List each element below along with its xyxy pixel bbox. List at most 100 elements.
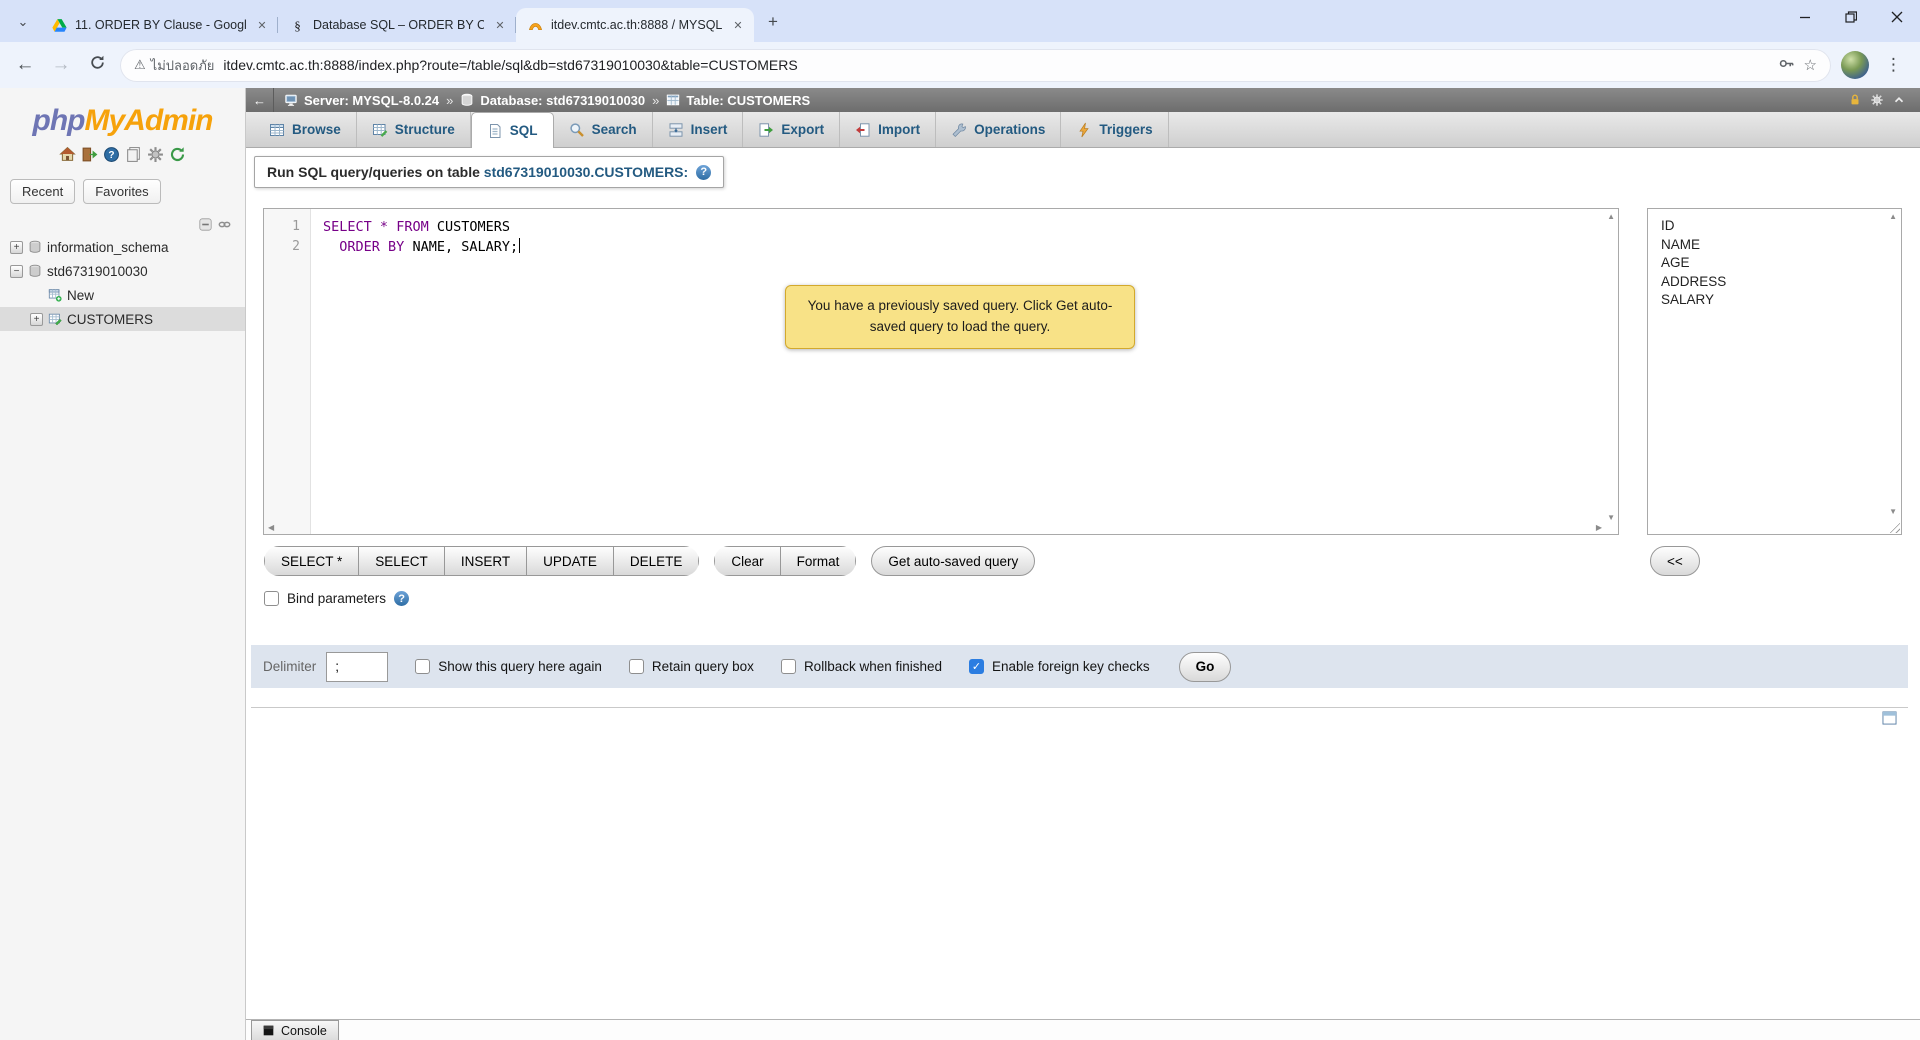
- resize-grip[interactable]: [1887, 520, 1900, 533]
- tab-close-icon[interactable]: ✕: [730, 17, 746, 33]
- breadcrumb-table[interactable]: Table: CUSTOMERS: [666, 93, 810, 108]
- sql-code[interactable]: SELECT * FROM CUSTOMERS ORDER BY NAME, S…: [311, 209, 1602, 257]
- minimize-button[interactable]: [1782, 0, 1828, 34]
- text-cursor: [519, 238, 520, 253]
- tab-sql[interactable]: SQL: [471, 112, 554, 148]
- home-icon[interactable]: [59, 146, 76, 163]
- close-window-button[interactable]: [1874, 0, 1920, 34]
- tab-triggers[interactable]: Triggers: [1061, 112, 1168, 147]
- tree-item-std67319010030[interactable]: −std67319010030: [0, 259, 245, 283]
- bind-help-icon[interactable]: ?: [394, 591, 409, 606]
- logout-icon[interactable]: [81, 146, 98, 163]
- breadcrumb-database[interactable]: Database: std67319010030: [460, 93, 645, 108]
- column-option-address[interactable]: ADDRESS: [1661, 273, 1883, 292]
- checkbox-unchecked[interactable]: [781, 659, 796, 674]
- go-button[interactable]: Go: [1179, 652, 1232, 682]
- expand-icon[interactable]: +: [30, 313, 43, 326]
- fields-scroll-up-icon[interactable]: ▲: [1889, 213, 1897, 221]
- sidebar-recent-button[interactable]: Recent: [10, 179, 75, 204]
- option-show-this-query-here-again[interactable]: Show this query here again: [415, 659, 602, 674]
- panel-toggle-icon[interactable]: [1882, 711, 1897, 725]
- column-option-salary[interactable]: SALARY: [1661, 291, 1883, 310]
- editor-scroll-left-icon[interactable]: ◀: [268, 524, 274, 532]
- select-button[interactable]: SELECT: [359, 546, 445, 576]
- format-button[interactable]: Format: [781, 546, 857, 576]
- docs-icon[interactable]: [125, 146, 142, 163]
- tab-operations[interactable]: Operations: [936, 112, 1061, 147]
- link-panel-icon[interactable]: [218, 218, 231, 231]
- get-autosaved-query-button[interactable]: Get auto-saved query: [871, 546, 1035, 576]
- bookmark-lock-icon[interactable]: [1848, 93, 1862, 107]
- select-star-button[interactable]: SELECT *: [264, 546, 359, 576]
- back-button[interactable]: ←: [12, 54, 38, 76]
- query-buttons-row: SELECT *SELECTINSERTUPDATEDELETE ClearFo…: [264, 546, 1035, 576]
- pma-main-panel: ← Server: MYSQL-8.0.24 » Database: std6731…: [246, 88, 1920, 1040]
- clear-button[interactable]: Clear: [714, 546, 780, 576]
- collapse-columns-button[interactable]: <<: [1650, 546, 1700, 576]
- restore-button[interactable]: [1828, 0, 1874, 34]
- breadcrumb-separator: »: [446, 93, 453, 108]
- checkbox-unchecked[interactable]: [415, 659, 430, 674]
- tab-close-icon[interactable]: ✕: [254, 17, 270, 33]
- editor-scroll-down-icon[interactable]: ▼: [1607, 514, 1615, 522]
- tab-import[interactable]: Import: [840, 112, 936, 147]
- help-icon[interactable]: ?: [103, 146, 120, 163]
- checkbox-unchecked[interactable]: [629, 659, 644, 674]
- breadcrumb-back-button[interactable]: ←: [246, 88, 274, 112]
- tab-browse[interactable]: Browse: [254, 112, 357, 147]
- reload-button[interactable]: [84, 54, 110, 77]
- phpmyadmin-logo[interactable]: phpMyAdmin: [0, 104, 245, 138]
- editor-scroll-up-icon[interactable]: ▲: [1607, 213, 1615, 221]
- tree-item-information_schema[interactable]: +information_schema: [0, 235, 245, 259]
- tab-search-button[interactable]: ⌄: [10, 9, 36, 35]
- help-icon[interactable]: ?: [696, 165, 711, 180]
- tab-structure[interactable]: Structure: [357, 112, 471, 147]
- profile-avatar[interactable]: [1841, 51, 1869, 79]
- tab-close-icon[interactable]: ✕: [492, 17, 508, 33]
- scroll-top-icon[interactable]: [1892, 93, 1906, 107]
- security-warning[interactable]: ⚠ ไม่ปลอดภัย: [134, 55, 214, 76]
- checkbox-checked[interactable]: ✓: [969, 659, 984, 674]
- option-rollback-when-finished[interactable]: Rollback when finished: [781, 659, 942, 674]
- refresh-icon[interactable]: [169, 146, 186, 163]
- browser-tab-3[interactable]: itdev.cmtc.ac.th:8888 / MYSQL-✕: [516, 8, 754, 42]
- collapse-all-icon[interactable]: [199, 218, 212, 231]
- browser-tab-1[interactable]: 11. ORDER BY Clause - Google✕: [40, 8, 278, 42]
- expand-icon[interactable]: +: [10, 241, 23, 254]
- delete-button[interactable]: DELETE: [614, 546, 700, 576]
- settings-icon[interactable]: [147, 146, 164, 163]
- url-text[interactable]: itdev.cmtc.ac.th:8888/index.php?route=/t…: [223, 57, 1768, 73]
- tab-search[interactable]: Search: [554, 112, 653, 147]
- bookmark-star-icon[interactable]: ☆: [1804, 56, 1817, 74]
- password-key-icon[interactable]: [1778, 55, 1795, 76]
- browser-tab-2[interactable]: §Database SQL – ORDER BY Clau✕: [278, 8, 516, 42]
- tab-export[interactable]: Export: [743, 112, 840, 147]
- fields-scroll-down-icon[interactable]: ▼: [1889, 508, 1897, 516]
- tab-insert[interactable]: Insert: [653, 112, 744, 147]
- column-option-name[interactable]: NAME: [1661, 236, 1883, 255]
- address-bar[interactable]: ⚠ ไม่ปลอดภัย itdev.cmtc.ac.th:8888/index…: [120, 49, 1831, 82]
- breadcrumb-server[interactable]: Server: MYSQL-8.0.24: [284, 93, 439, 108]
- bind-parameters-checkbox[interactable]: [264, 591, 279, 606]
- tree-item-label: CUSTOMERS: [67, 312, 153, 327]
- sql-editor[interactable]: 12 SELECT * FROM CUSTOMERS ORDER BY NAME…: [263, 208, 1619, 535]
- option-enable-foreign-key-checks[interactable]: ✓Enable foreign key checks: [969, 659, 1150, 674]
- update-button[interactable]: UPDATE: [527, 546, 614, 576]
- sidebar-favorites-button[interactable]: Favorites: [83, 179, 160, 204]
- column-option-age[interactable]: AGE: [1661, 254, 1883, 273]
- option-retain-query-box[interactable]: Retain query box: [629, 659, 754, 674]
- new-tab-button[interactable]: +: [760, 9, 786, 35]
- collapse-icon[interactable]: −: [10, 265, 23, 278]
- insert-button[interactable]: INSERT: [445, 546, 527, 576]
- column-option-id[interactable]: ID: [1661, 217, 1883, 236]
- page-settings-icon[interactable]: [1870, 93, 1884, 107]
- browser-menu-icon[interactable]: ⋮: [1879, 55, 1908, 75]
- tree-item-new[interactable]: New: [0, 283, 245, 307]
- tree-item-customers[interactable]: + CUSTOMERS: [0, 307, 245, 331]
- console-button[interactable]: Console: [251, 1020, 339, 1040]
- delimiter-input[interactable]: [326, 652, 388, 682]
- sql-token: CUSTOMERS: [437, 219, 510, 235]
- forward-button[interactable]: →: [48, 54, 74, 76]
- editor-scroll-right-icon[interactable]: ▶: [1596, 524, 1602, 532]
- columns-listbox[interactable]: IDNAMEAGEADDRESSSALARY ▲ ▼: [1647, 208, 1902, 535]
